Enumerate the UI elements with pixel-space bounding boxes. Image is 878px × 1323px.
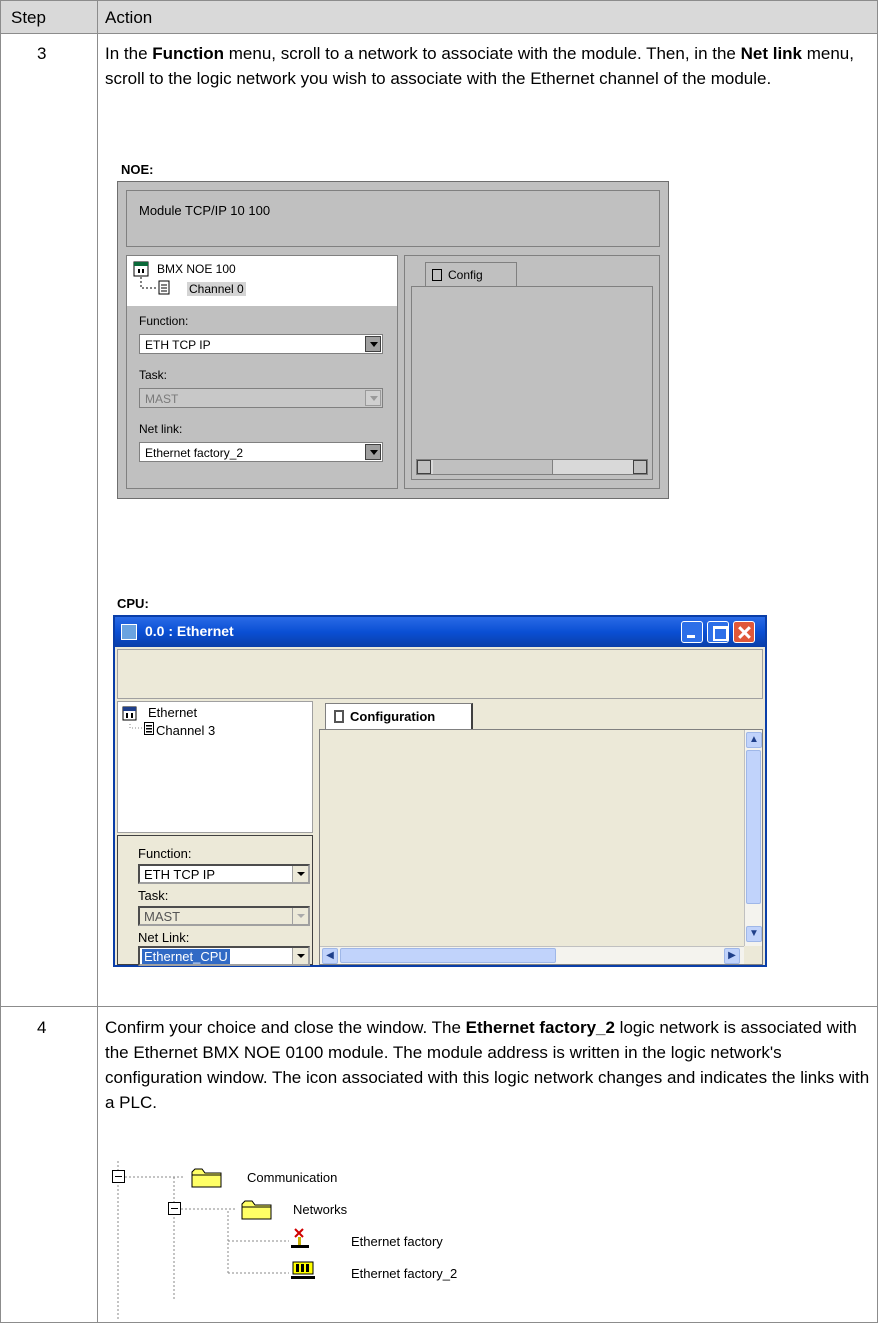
config-tab-icon [432,269,442,281]
tab-configuration[interactable]: Configuration [325,703,473,729]
header-step: Step [11,8,46,27]
task-label: Task: [138,888,169,903]
noe-module-title: Module TCP/IP 10 100 [139,203,271,218]
tree-communication[interactable]: Communication [247,1170,337,1185]
function-value: ETH TCP IP [144,867,216,882]
scroll-right-icon[interactable]: ▶ [724,948,740,964]
minimize-button[interactable] [681,621,703,643]
task-select: MAST [139,388,383,408]
step-4-text: Confirm your choice and close the window… [105,1018,870,1112]
step-number-3: 3 [37,44,47,63]
chevron-down-icon[interactable] [365,336,381,352]
cpu-props-panel: Function: ETH TCP IP Task: MAST Net Link… [117,835,313,966]
netlink-value: Ethernet_CPU [142,949,230,964]
linked-network-icon [291,1261,315,1279]
scroll-left-icon[interactable]: ◀ [322,948,338,964]
netlink-label: Net Link: [138,930,190,945]
function-select[interactable]: ETH TCP IP [138,864,310,884]
collapse-icon[interactable] [112,1170,126,1184]
scroll-up-icon[interactable]: ▲ [746,732,762,748]
chevron-down-icon[interactable] [365,444,381,460]
noe-config-dialog: Module TCP/IP 10 100 BMX NOE 100 Channel… [117,181,669,499]
netlink-label: Net link: [139,422,183,436]
window-titlebar[interactable]: 0.0 : Ethernet [115,617,765,647]
noe-left-panel: BMX NOE 100 Channel 0 Function: ETH TCP … [126,255,398,489]
tree-connectors [117,1161,289,1321]
tree-channel[interactable]: Channel 0 [187,282,246,296]
netlink-select[interactable]: Ethernet_CPU [138,946,310,966]
chevron-down-icon [365,390,381,406]
tab-config-label: Config [448,268,483,282]
horizontal-scroll-thumb[interactable] [340,948,556,963]
tree-networks[interactable]: Networks [293,1202,347,1217]
folder-icon [241,1200,272,1220]
task-value: MAST [144,909,181,924]
module-info-band [117,649,763,699]
noe-title-box: Module TCP/IP 10 100 [126,190,660,247]
table-header: Step Action [1,1,877,34]
task-label: Task: [139,368,168,382]
chevron-down-icon[interactable] [292,866,308,882]
procedure-table: Step Action 3 In the Function menu, scro… [0,0,878,1323]
function-label: Function: [139,314,189,328]
cpu-config-pane: Configuration ▲ ▼ ◀ ▶ [319,701,763,965]
scroll-down-icon[interactable]: ▼ [746,926,762,942]
cpu-caption: CPU: [117,596,149,611]
folder-icon [191,1168,222,1188]
tab-configuration-label: Configuration [350,709,436,724]
function-select[interactable]: ETH TCP IP [139,334,383,354]
row-divider [1,1006,877,1007]
channel-tree-icon [144,722,154,735]
tree-module[interactable]: BMX NOE 100 [157,262,236,276]
function-label: Function: [138,846,192,861]
collapse-icon[interactable] [168,1202,182,1216]
noe-tree: BMX NOE 100 Channel 0 [127,256,397,306]
task-select: MAST [138,906,310,926]
close-button[interactable] [733,621,755,643]
unlinked-network-icon [291,1228,309,1248]
scroll-right-icon[interactable] [633,460,647,474]
app-icon [121,624,137,640]
header-action: Action [105,8,153,27]
noe-right-panel: Config [404,255,660,489]
maximize-button[interactable] [707,621,729,643]
vertical-scrollbar[interactable]: ▲ ▼ [744,730,762,946]
chevron-down-icon[interactable] [292,948,308,964]
scroll-left-icon[interactable] [417,460,431,474]
function-value: ETH TCP IP [145,338,211,352]
config-tab-icon [334,710,344,723]
task-value: MAST [145,392,179,406]
tree-ethernet-factory[interactable]: Ethernet factory [351,1234,443,1249]
vertical-scroll-thumb[interactable] [746,750,761,904]
step-3-text: In the Function menu, scroll to a networ… [105,44,854,88]
scroll-thumb[interactable] [433,460,553,474]
tree-ethernet-factory-2[interactable]: Ethernet factory_2 [351,1266,457,1281]
column-divider [97,1,98,1323]
horizontal-scrollbar[interactable]: ◀ ▶ [320,946,744,964]
netlink-select[interactable]: Ethernet factory_2 [139,442,383,462]
chevron-down-icon [292,908,308,924]
netlink-value: Ethernet factory_2 [145,446,244,460]
cpu-ethernet-window: 0.0 : Ethernet Ethernet Channel 3 Functi… [113,615,767,967]
configuration-content: ▲ ▼ ◀ ▶ [319,729,763,965]
tab-config[interactable]: Config [425,262,517,286]
tree-channel-3[interactable]: Channel 3 [156,723,215,738]
config-panel [411,286,653,480]
tree-ethernet[interactable]: Ethernet [148,705,197,720]
noe-caption: NOE: [121,162,154,177]
cpu-tree: Ethernet Channel 3 [117,701,313,833]
step-number-4: 4 [37,1018,47,1037]
horizontal-scrollbar[interactable] [416,459,648,475]
window-title: 0.0 : Ethernet [145,623,234,639]
